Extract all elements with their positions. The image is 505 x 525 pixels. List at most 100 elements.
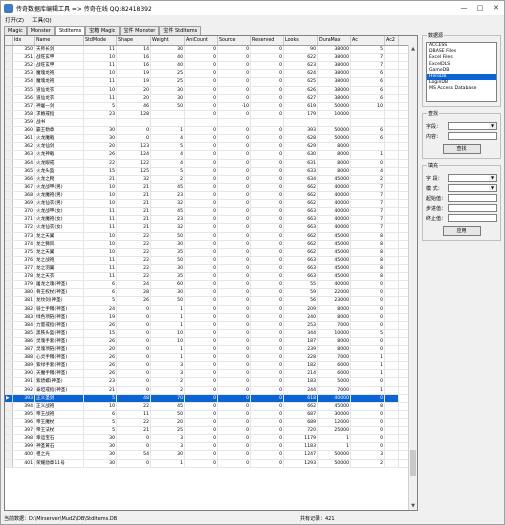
table-cell[interactable]: 5 xyxy=(84,102,117,110)
table-cell[interactable]: 124 xyxy=(117,151,151,159)
table-cell[interactable]: 0 xyxy=(251,281,284,289)
row-indicator[interactable] xyxy=(5,321,13,329)
table-cell[interactable]: 368 xyxy=(13,191,35,200)
table-cell[interactable]: 0 xyxy=(185,248,218,256)
table-cell[interactable]: 376 xyxy=(13,256,35,264)
table-row[interactable]: 373 龙之天翼 10 22 50 0 0 0 662 45000 8 xyxy=(5,232,417,241)
table-cell[interactable] xyxy=(385,451,399,459)
table-cell[interactable]: 1 xyxy=(151,346,185,354)
table-cell[interactable]: 30 xyxy=(84,127,117,135)
table-cell[interactable]: 0 xyxy=(218,151,251,159)
table-row[interactable]: 399 神圣黄石 30 0 3 0 0 0 1183 1 0 xyxy=(5,443,417,452)
table-cell[interactable]: 8 xyxy=(351,256,385,264)
scroll-thumb[interactable] xyxy=(410,450,416,476)
table-cell[interactable]: 10 xyxy=(84,232,117,240)
table-row[interactable]: 400 祖之光 30 54 30 0 0 0 1247 50000 3 xyxy=(5,451,417,460)
table-cell[interactable]: 10 xyxy=(84,183,117,191)
table-cell[interactable]: 10 xyxy=(84,191,117,200)
table-cell[interactable]: 90 xyxy=(284,46,318,54)
table-cell[interactable] xyxy=(385,459,399,467)
table-cell[interactable]: 40000 xyxy=(318,224,351,232)
table-cell[interactable]: 火龙仙衣(男) xyxy=(35,200,84,208)
table-cell[interactable]: 399 xyxy=(13,443,35,451)
table-cell[interactable]: 1 xyxy=(351,151,385,159)
table-cell[interactable]: 381 xyxy=(13,297,35,305)
table-cell[interactable]: 0 xyxy=(185,337,218,346)
table-cell[interactable]: 2 xyxy=(151,175,185,183)
row-indicator[interactable] xyxy=(5,281,13,289)
table-cell[interactable]: 0 xyxy=(251,297,284,305)
row-indicator[interactable] xyxy=(5,297,13,305)
table-cell[interactable]: 0 xyxy=(117,305,151,313)
table-row[interactable]: ▶ 393 正义圣剑 5 48 70 0 0 0 618 40000 0 xyxy=(5,394,417,403)
table-row[interactable]: 389 紫绿手套(神圣) 26 0 3 0 0 0 182 6000 1 xyxy=(5,362,417,371)
table-cell[interactable]: 50 xyxy=(151,256,185,264)
table-cell[interactable]: 0 xyxy=(251,167,284,175)
table-cell[interactable]: 10 xyxy=(84,402,117,410)
table-cell[interactable]: 619 xyxy=(284,102,318,110)
row-indicator[interactable] xyxy=(5,94,13,102)
table-cell[interactable]: 0 xyxy=(185,264,218,273)
table-cell[interactable]: 6 xyxy=(351,86,385,94)
table-cell[interactable]: 5 xyxy=(84,427,117,435)
table-cell[interactable]: 0 xyxy=(251,94,284,102)
table-cell[interactable]: 15 xyxy=(84,329,117,337)
table-cell[interactable]: 352 xyxy=(13,62,35,70)
table-cell[interactable]: 10 xyxy=(84,248,117,256)
table-cell[interactable]: 0 xyxy=(251,329,284,337)
table-cell[interactable]: 28 xyxy=(117,289,151,297)
table-cell[interactable]: 45000 xyxy=(318,256,351,264)
table-cell[interactable]: 38000 xyxy=(318,46,351,54)
table-cell[interactable] xyxy=(117,118,151,127)
table-cell[interactable]: 0 xyxy=(251,102,284,110)
table-cell[interactable]: 0 xyxy=(185,240,218,248)
table-cell[interactable]: 火龙战甲(女) xyxy=(35,208,84,216)
row-indicator[interactable] xyxy=(5,264,13,273)
table-cell[interactable]: 绿色项链(神圣) xyxy=(35,313,84,321)
table-cell[interactable]: 火龙眼戒 xyxy=(35,159,84,167)
table-cell[interactable]: 182 xyxy=(284,362,318,370)
table-cell[interactable]: 377 xyxy=(13,264,35,273)
table-cell[interactable] xyxy=(385,264,399,273)
table-cell[interactable]: 383 xyxy=(13,313,35,321)
table-cell[interactable]: 0 xyxy=(351,443,385,451)
table-cell[interactable] xyxy=(385,297,399,305)
table-cell[interactable]: 0 xyxy=(218,46,251,54)
table-cell[interactable]: 50 xyxy=(151,297,185,305)
table-cell[interactable]: 0 xyxy=(218,419,251,427)
row-indicator[interactable] xyxy=(5,110,13,118)
table-cell[interactable]: 60 xyxy=(151,281,185,289)
table-cell[interactable] xyxy=(151,118,185,127)
column-header[interactable]: AniCount xyxy=(185,36,218,45)
table-row[interactable]: 396 帝王魔杖 5 22 20 0 0 0 689 12000 0 xyxy=(5,419,417,428)
table-cell[interactable]: 0 xyxy=(185,273,218,281)
table-cell[interactable]: 0 xyxy=(351,297,385,305)
table-cell[interactable]: 30 xyxy=(84,435,117,443)
table-cell[interactable]: 378 xyxy=(13,273,35,281)
table-row[interactable]: 359 战书 xyxy=(5,118,417,128)
table-cell[interactable]: 11 xyxy=(84,46,117,54)
table-cell[interactable]: 0 xyxy=(351,337,385,346)
column-header[interactable]: Source xyxy=(218,36,251,45)
table-cell[interactable]: 11 xyxy=(84,78,117,86)
table-cell[interactable]: 4 xyxy=(151,151,185,159)
table-cell[interactable]: 626 xyxy=(284,86,318,94)
table-cell[interactable]: 21 xyxy=(117,427,151,435)
table-cell[interactable]: 50 xyxy=(151,232,185,240)
table-cell[interactable]: 0 xyxy=(185,256,218,264)
table-cell[interactable]: 0 xyxy=(185,459,218,467)
table-cell[interactable]: 662 xyxy=(284,240,318,248)
table-cell[interactable]: 40000 xyxy=(318,191,351,200)
row-indicator[interactable] xyxy=(5,167,13,175)
table-cell[interactable] xyxy=(385,419,399,427)
table-cell[interactable]: 8 xyxy=(351,264,385,273)
table-cell[interactable] xyxy=(385,410,399,419)
table-cell[interactable] xyxy=(385,191,399,200)
tab-magic[interactable]: Magic xyxy=(4,26,27,35)
table-cell[interactable]: 0 xyxy=(251,183,284,191)
table-cell[interactable]: 372 xyxy=(13,224,35,232)
scroll-up-icon[interactable]: ▲ xyxy=(409,45,417,53)
table-cell[interactable]: 22000 xyxy=(318,289,351,297)
table-cell[interactable] xyxy=(385,313,399,321)
table-cell[interactable]: 0 xyxy=(251,264,284,273)
